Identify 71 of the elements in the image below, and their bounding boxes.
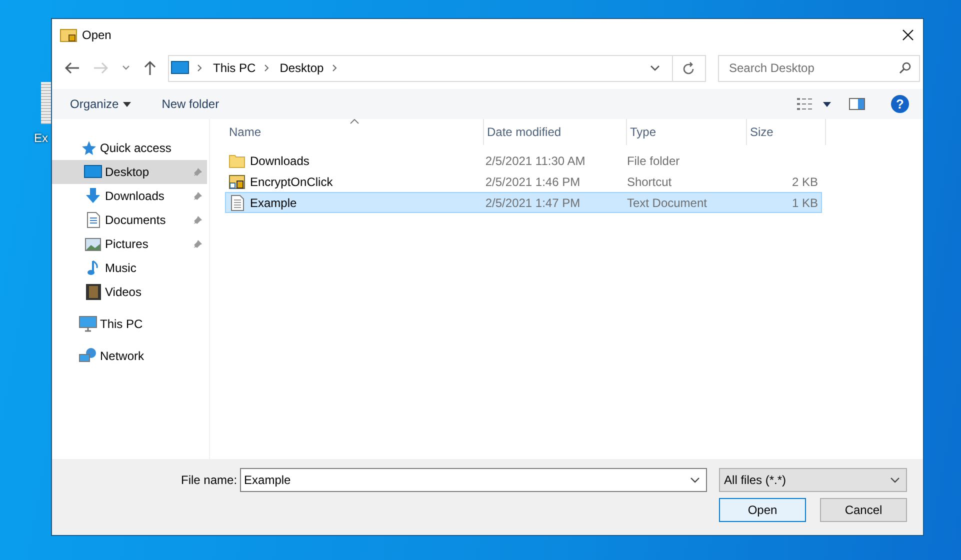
size-text: 2 KB bbox=[792, 174, 818, 188]
file-name-label: File name: bbox=[181, 473, 238, 487]
date-text: 2/5/2021 11:30 AM bbox=[485, 154, 586, 168]
chevron-right-icon[interactable] bbox=[264, 64, 270, 72]
window-title: Open bbox=[82, 28, 112, 42]
shortcut-icon bbox=[229, 174, 245, 190]
file-type-dropdown[interactable]: All files (*.*) bbox=[719, 468, 908, 492]
computer-icon bbox=[79, 316, 97, 332]
column-header[interactable]: Type bbox=[627, 119, 747, 145]
chevron-right-icon[interactable] bbox=[332, 64, 338, 72]
file-name: Example bbox=[250, 196, 297, 210]
sidebar-item[interactable]: Network bbox=[52, 344, 207, 368]
pin-icon[interactable] bbox=[193, 191, 203, 201]
chevron-down-icon[interactable] bbox=[690, 477, 700, 483]
caret-icon[interactable] bbox=[823, 102, 831, 106]
file-name-box[interactable]: Example bbox=[240, 468, 708, 492]
breadcrumb[interactable]: Desktop bbox=[280, 61, 324, 75]
column-header[interactable]: Size bbox=[747, 119, 826, 145]
caret-icon[interactable] bbox=[122, 102, 131, 106]
pin-icon[interactable] bbox=[193, 239, 203, 249]
type-text: File folder bbox=[626, 154, 680, 168]
folder-icon bbox=[229, 152, 245, 168]
text-file-icon bbox=[229, 194, 245, 210]
folder-lock-icon bbox=[60, 27, 78, 43]
column-header[interactable]: Date modified bbox=[484, 119, 627, 145]
breadcrumb[interactable]: This PC bbox=[213, 61, 256, 75]
video-icon bbox=[84, 284, 102, 300]
column-header[interactable]: Name bbox=[225, 119, 484, 145]
view-list-icon[interactable] bbox=[797, 98, 813, 110]
sidebar-item[interactable]: This PC bbox=[52, 312, 207, 336]
sidebar-item[interactable]: Pictures bbox=[52, 232, 207, 256]
search-box[interactable]: Search Desktop bbox=[718, 54, 920, 82]
chevron-right-icon[interactable] bbox=[197, 64, 203, 72]
cancel-button[interactable]: Cancel bbox=[820, 498, 907, 522]
up-arrow-icon[interactable] bbox=[143, 60, 157, 76]
open-button[interactable]: Open bbox=[719, 498, 806, 522]
sidebar-item[interactable]: Downloads bbox=[52, 184, 207, 208]
file-row[interactable]: Example 2/5/2021 1:47 PM Text Document 1 KB bbox=[225, 192, 822, 213]
address-bar[interactable]: This PC Desktop bbox=[168, 54, 706, 82]
file-name: EncryptOnClick bbox=[250, 174, 333, 188]
organize-menu[interactable]: Organize bbox=[70, 97, 131, 111]
monitor-icon bbox=[171, 61, 189, 75]
sidebar-item[interactable]: Documents bbox=[52, 208, 207, 232]
sort-caret-icon[interactable] bbox=[350, 119, 359, 124]
file-row[interactable]: Downloads 2/5/2021 11:30 AM File folder bbox=[225, 150, 822, 171]
help-icon[interactable]: ? bbox=[891, 95, 909, 113]
sidebar-item[interactable]: Desktop bbox=[52, 160, 207, 184]
document-icon bbox=[84, 212, 102, 228]
network-icon bbox=[79, 348, 97, 364]
desktop-icon bbox=[84, 164, 102, 180]
date-text: 2/5/2021 1:47 PM bbox=[485, 196, 580, 210]
chevron-down-icon[interactable] bbox=[890, 477, 900, 483]
preview-pane-icon[interactable] bbox=[849, 98, 865, 110]
pin-icon[interactable] bbox=[193, 215, 203, 225]
date-text: 2/5/2021 1:46 PM bbox=[485, 174, 580, 188]
sidebar-item[interactable]: Videos bbox=[52, 280, 207, 304]
download-icon bbox=[84, 188, 102, 204]
sidebar-item[interactable]: Music bbox=[52, 256, 207, 280]
desktop-icon-label: Ex bbox=[34, 131, 48, 145]
picture-icon bbox=[84, 236, 102, 252]
back-arrow-icon[interactable] bbox=[64, 61, 80, 75]
type-text: Text Document bbox=[626, 196, 707, 210]
file-row[interactable]: EncryptOnClick 2/5/2021 1:46 PM Shortcut 2 KB bbox=[225, 171, 822, 192]
file-name: Downloads bbox=[250, 154, 310, 168]
close-icon[interactable] bbox=[902, 29, 914, 41]
chevron-down-icon[interactable] bbox=[650, 65, 660, 71]
search-icon[interactable] bbox=[899, 62, 911, 74]
sidebar-item[interactable]: Quick access bbox=[52, 136, 207, 160]
size-text: 1 KB bbox=[792, 196, 818, 210]
new-folder-button[interactable]: New folder bbox=[162, 97, 220, 111]
type-text: Shortcut bbox=[626, 174, 672, 188]
